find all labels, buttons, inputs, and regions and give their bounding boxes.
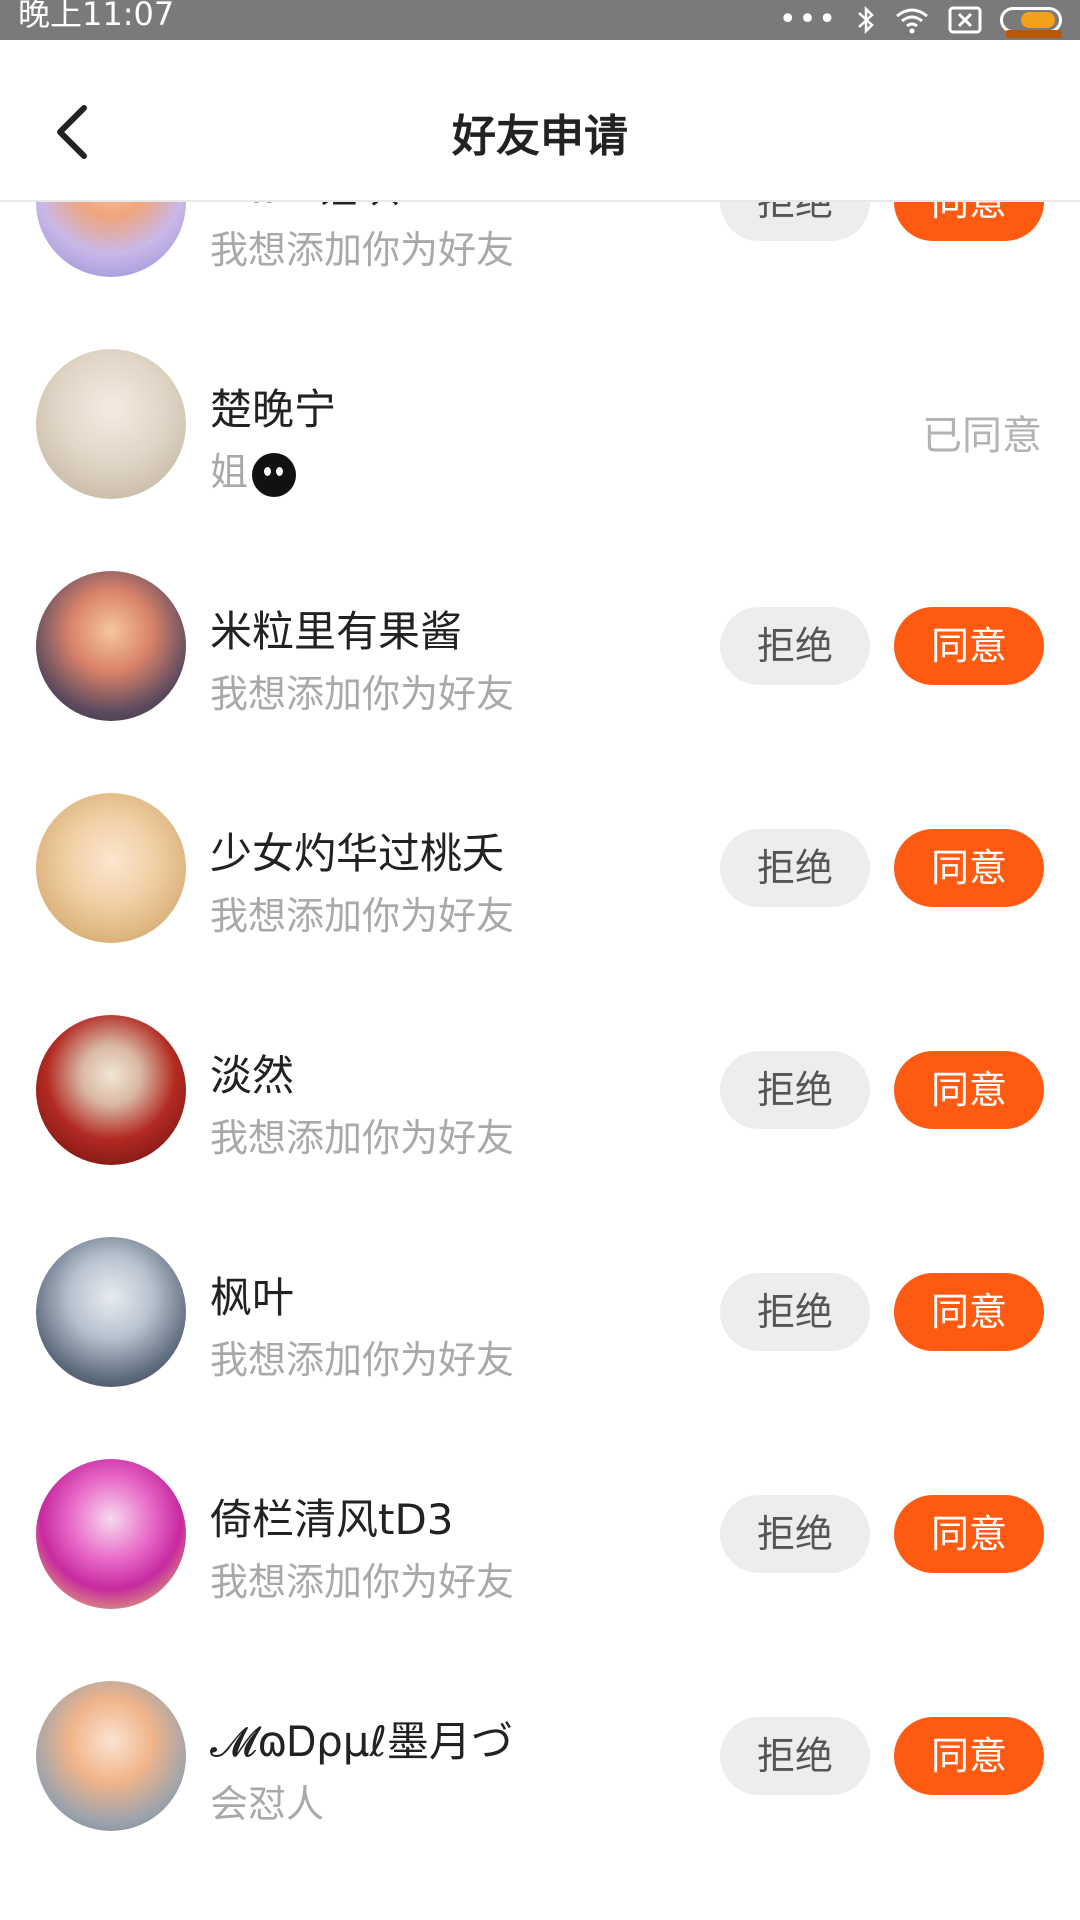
battery-charging-indicator [1006,30,1062,38]
avatar[interactable] [36,1681,186,1831]
requester-name: 枫叶 [210,1273,295,1322]
reject-button[interactable]: 拒绝 [720,607,870,685]
avatar[interactable] [36,1237,186,1387]
friend-request-list[interactable]: ^ω^锂琪 我想添加你为好友 拒绝 同意 楚晚宁 姐 已同意 米粒里有果酱 我想… [0,202,1080,1920]
avatar[interactable] [36,793,186,943]
list-item: 枫叶 我想添加你为好友 拒绝 同意 [0,1201,1080,1423]
list-item: 𝓜ɷᎠρμℓ墨月づ 会怼人 拒绝 同意 [0,1645,1080,1867]
avatar[interactable] [36,1459,186,1609]
agree-button[interactable]: 同意 [894,829,1044,907]
bluetooth-icon [856,5,876,35]
wifi-icon [894,6,930,34]
agreed-status: 已同意 [922,413,1042,459]
sim-card-icon [948,6,982,34]
avatar[interactable] [36,571,186,721]
agree-button[interactable]: 同意 [894,1273,1044,1351]
header: 好友申请 [0,40,1080,202]
requester-name: ^ω^锂琪 [210,202,400,215]
reject-button[interactable]: 拒绝 [720,1717,870,1795]
request-message: 我想添加你为好友 [210,228,515,272]
avatar[interactable] [36,202,186,277]
reject-button[interactable]: 拒绝 [720,1051,870,1129]
request-message: 我想添加你为好友 [210,672,515,716]
requester-name: 米粒里有果酱 [210,607,463,656]
request-message: 我想添加你为好友 [210,1116,515,1160]
agree-button[interactable]: 同意 [894,1495,1044,1573]
requester-name: 𝓜ɷᎠρμℓ墨月づ [210,1717,513,1766]
reject-button[interactable]: 拒绝 [720,1495,870,1573]
agree-button[interactable]: 同意 [894,202,1044,241]
list-item: 淡然 我想添加你为好友 拒绝 同意 [0,979,1080,1201]
request-message: 姐 [210,441,297,497]
status-time: 晚上11:07 [18,0,175,33]
list-item: ^ω^锂琪 我想添加你为好友 拒绝 同意 [0,202,1080,313]
reject-button[interactable]: 拒绝 [720,829,870,907]
agree-button[interactable]: 同意 [894,1717,1044,1795]
request-message: 会怼人 [210,1782,325,1826]
more-dots-icon: ••• [778,2,838,37]
requester-name: 少女灼华过桃夭 [210,829,505,878]
list-item: 米粒里有果酱 我想添加你为好友 拒绝 同意 [0,535,1080,757]
avatar[interactable] [36,1015,186,1165]
list-item: 楚晚宁 姐 已同意 [0,313,1080,535]
face-emoji-icon [252,452,297,497]
agree-button[interactable]: 同意 [894,1051,1044,1129]
avatar[interactable] [36,349,186,499]
request-message: 我想添加你为好友 [210,1560,515,1604]
request-message-text: 姐 [210,450,249,494]
requester-name: 楚晚宁 [210,385,337,434]
agree-button[interactable]: 同意 [894,607,1044,685]
request-message: 我想添加你为好友 [210,894,515,938]
requester-name: 倚栏清风tD3 [210,1495,454,1544]
status-bar: 晚上11:07 ••• [0,0,1080,40]
list-item: 倚栏清风tD3 我想添加你为好友 拒绝 同意 [0,1423,1080,1645]
list-item: 少女灼华过桃夭 我想添加你为好友 拒绝 同意 [0,757,1080,979]
requester-name: 淡然 [210,1051,295,1100]
request-message: 我想添加你为好友 [210,1338,515,1382]
reject-button[interactable]: 拒绝 [720,202,870,241]
reject-button[interactable]: 拒绝 [720,1273,870,1351]
page-title: 好友申请 [452,111,628,162]
